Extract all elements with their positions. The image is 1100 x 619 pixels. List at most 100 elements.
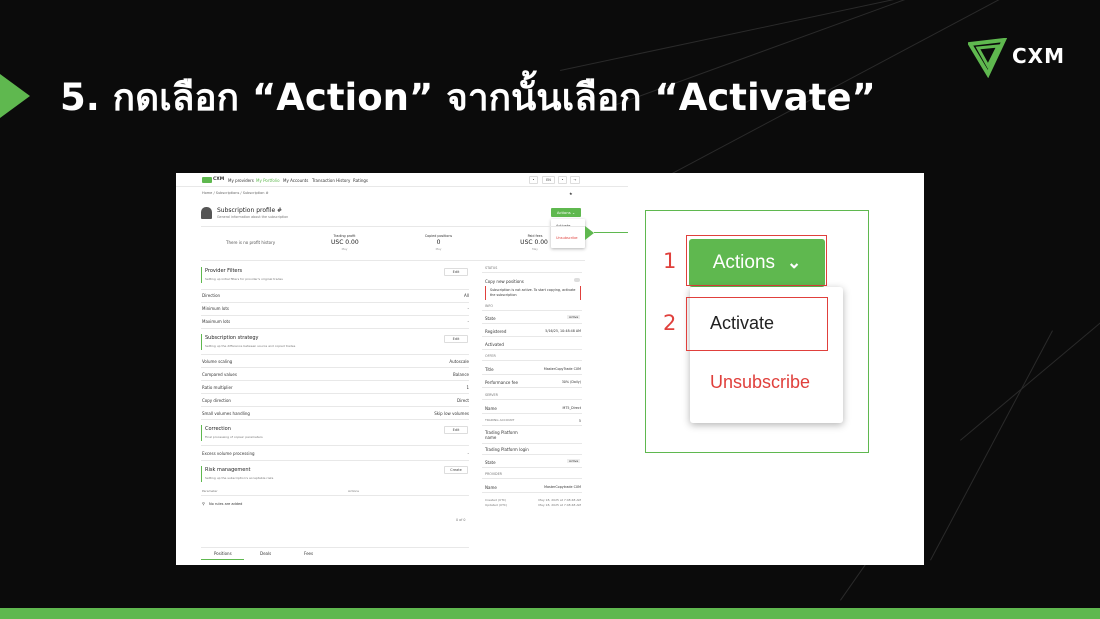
risk-col-parameter: Parameter bbox=[202, 489, 218, 493]
tab-fees[interactable]: Fees bbox=[304, 551, 313, 556]
strategy-subtitle: Setting up the difference between source… bbox=[205, 344, 296, 348]
server-name-value: MT5_Direct bbox=[562, 406, 581, 410]
excess-volume-label: Excess volume processing bbox=[202, 451, 255, 456]
copy-direction-value: Direct bbox=[457, 398, 469, 403]
title-value: MasterCopyTrade CXM bbox=[543, 367, 581, 371]
row-divider bbox=[482, 387, 582, 388]
tab-positions[interactable]: Positions bbox=[214, 551, 232, 556]
no-rules-text: No rules are added bbox=[209, 502, 243, 506]
edit-correction-button[interactable]: Edit bbox=[444, 426, 468, 434]
bottom-accent-bar bbox=[0, 608, 1100, 619]
performance-fee-value: 30% (Daily) bbox=[561, 380, 581, 384]
trading-account-header: TRADING ACCOUNT bbox=[485, 418, 515, 422]
registered-label: Registered bbox=[485, 329, 507, 334]
max-lots-label: Maximum lots bbox=[202, 319, 231, 324]
bg-line bbox=[930, 330, 1053, 561]
min-lots-value: - bbox=[467, 306, 469, 311]
copied-positions-value: 0 bbox=[436, 239, 441, 246]
max-lots-value: - bbox=[467, 319, 469, 324]
section-accent bbox=[201, 334, 202, 350]
platform-name-label: Trading Platform name bbox=[485, 430, 518, 440]
brand-name: CXM bbox=[1012, 44, 1065, 68]
tab-deals[interactable]: Deals bbox=[260, 551, 271, 556]
menu-item-unsubscribe-zoomed[interactable]: Unsubscribe bbox=[710, 372, 810, 393]
row-divider bbox=[201, 367, 469, 368]
highlight-box-2 bbox=[686, 297, 828, 351]
compared-values-value: Balance bbox=[453, 372, 469, 377]
inactive-warning: Subscription is not active. To start cop… bbox=[485, 286, 581, 300]
nav-my-accounts[interactable]: My Accounts bbox=[283, 178, 308, 183]
volume-scaling-label: Volume scaling bbox=[202, 359, 233, 364]
provider-name-label: Name bbox=[485, 485, 497, 490]
slide-marker-icon bbox=[0, 74, 30, 118]
platform-login-label: Trading Platform login bbox=[485, 447, 529, 452]
state2-badge: Active bbox=[567, 459, 581, 463]
row-divider bbox=[201, 354, 469, 355]
step-number-1: 1 bbox=[663, 249, 677, 273]
create-risk-button[interactable]: Create bbox=[444, 466, 468, 474]
trading-profit-value: USC 0.00 bbox=[331, 239, 359, 246]
row-divider bbox=[482, 336, 582, 337]
excess-volume-value: - bbox=[467, 451, 469, 456]
strategy-title: Subscription strategy bbox=[205, 335, 259, 341]
bg-line bbox=[960, 285, 1100, 441]
menu-item-unsubscribe[interactable]: Unsubscribe bbox=[556, 236, 578, 240]
ratio-multiplier-value: 1 bbox=[466, 385, 469, 390]
paid-fees-label: Paid fees bbox=[527, 234, 543, 238]
copy-toggle[interactable] bbox=[574, 278, 580, 282]
row-divider bbox=[482, 413, 582, 414]
created-label: Created (UTC) bbox=[485, 498, 507, 502]
info-header: INFO bbox=[485, 304, 493, 308]
row-divider bbox=[482, 399, 582, 400]
actions-button[interactable]: Actions ⌄ bbox=[551, 208, 581, 217]
small-volumes-label: Small volumes handling bbox=[202, 411, 250, 416]
nav-transaction-history[interactable]: Transaction History bbox=[312, 178, 350, 183]
search-icon: ⚲ bbox=[202, 501, 205, 506]
logout-icon[interactable]: → bbox=[570, 176, 580, 184]
section-accent bbox=[201, 267, 202, 283]
row-divider bbox=[201, 302, 469, 303]
notifications-icon[interactable]: • bbox=[529, 176, 538, 184]
row-divider bbox=[201, 419, 469, 420]
row-divider bbox=[482, 492, 582, 493]
copy-new-positions-label: Copy new positions bbox=[485, 279, 524, 284]
language-button[interactable]: EN bbox=[542, 176, 555, 184]
risk-col-actions: Actions bbox=[348, 489, 359, 493]
row-divider bbox=[201, 495, 469, 496]
slide-title: 5. กดเลือก “Action” จากนั้นเลือก “Activa… bbox=[60, 76, 876, 119]
row-divider bbox=[201, 460, 469, 461]
volume-scaling-value: Autoscale bbox=[449, 359, 469, 364]
trading-profit-label: Trading profit bbox=[333, 234, 356, 238]
row-divider bbox=[201, 393, 469, 394]
edit-strategy-button[interactable]: Edit bbox=[444, 335, 468, 343]
title-label: Title bbox=[485, 367, 494, 372]
updated-label: Updated (UTC) bbox=[485, 503, 508, 507]
direction-label: Direction bbox=[202, 293, 221, 298]
edit-provider-filters-button[interactable]: Edit bbox=[444, 268, 468, 276]
status-header: STATUS bbox=[485, 266, 498, 270]
nav-ratings[interactable]: Ratings bbox=[353, 178, 368, 183]
step-number-2: 2 bbox=[663, 311, 677, 335]
tabs-divider bbox=[201, 547, 469, 548]
trading-account-value: 5 bbox=[578, 419, 581, 423]
min-lots-label: Minimum lots bbox=[202, 306, 230, 311]
nav-my-portfolio[interactable]: My Portfolio bbox=[256, 178, 280, 183]
nav-my-providers[interactable]: My providers bbox=[228, 178, 254, 183]
copy-direction-label: Copy direction bbox=[202, 398, 231, 403]
row-divider bbox=[482, 360, 582, 361]
activated-label: Activated bbox=[485, 342, 504, 347]
breadcrumb: Home / Subscriptions / Subscription # bbox=[202, 191, 269, 195]
settings-icon[interactable]: • bbox=[558, 176, 567, 184]
active-tab-indicator bbox=[201, 559, 244, 560]
ratio-multiplier-label: Ratio multiplier bbox=[202, 385, 233, 390]
star-icon[interactable]: ★ bbox=[569, 191, 573, 196]
correction-title: Correction bbox=[205, 426, 231, 432]
section-accent bbox=[201, 466, 202, 482]
section-accent bbox=[201, 425, 202, 441]
row-divider bbox=[201, 406, 469, 407]
provider-header: PROVIDER bbox=[485, 472, 502, 476]
highlight-box-1 bbox=[686, 235, 827, 286]
server-header: SERVER bbox=[485, 393, 498, 397]
profile-subtitle: General information about the subscripti… bbox=[217, 215, 289, 219]
provider-filters-subtitle: Setting up initial filters for provider'… bbox=[205, 277, 283, 281]
